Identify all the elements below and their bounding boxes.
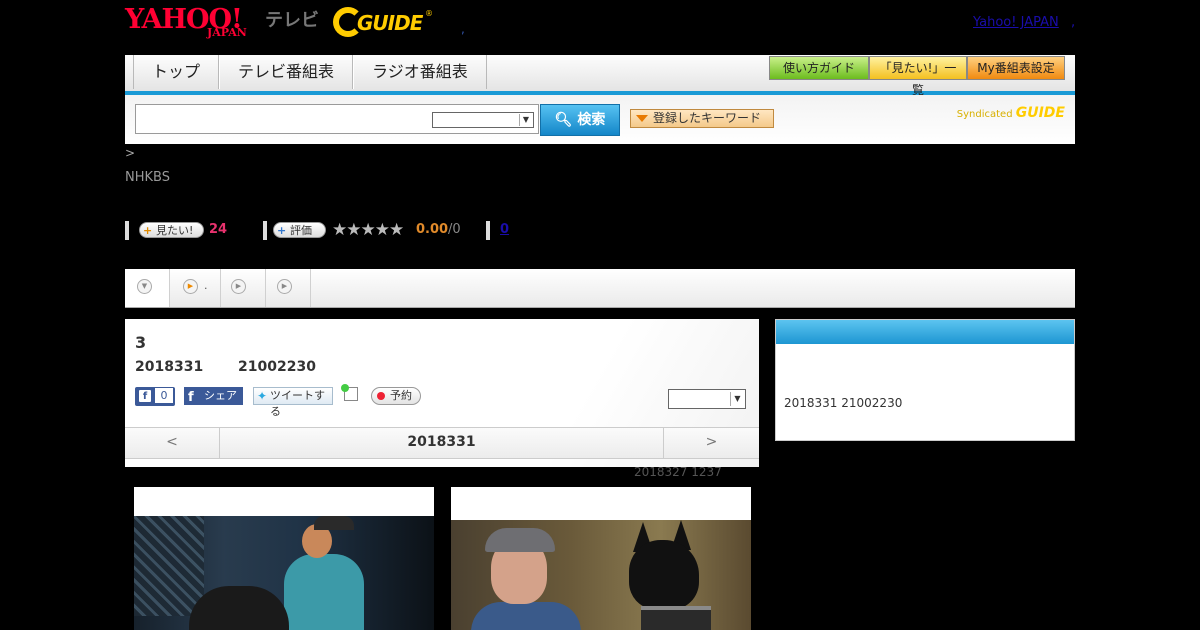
gguide-logo[interactable]: GUIDE ® xyxy=(333,5,433,41)
day-navigation: < 2018331 > xyxy=(125,427,759,459)
dropdown-arrow-icon: ▼ xyxy=(730,392,744,406)
reserve-label: 予約 xyxy=(390,389,412,402)
program-thumbnail xyxy=(451,520,751,630)
thumbnail-detail xyxy=(629,540,699,610)
yahoo-japan-text: JAPAN xyxy=(207,26,247,39)
related-program-card[interactable] xyxy=(134,487,434,630)
side-panel: 2018331 21002230 xyxy=(775,319,1075,441)
play-circle-icon: ▶ xyxy=(183,279,198,294)
reserve-button[interactable]: 予約 xyxy=(371,387,421,405)
thumbnail-detail xyxy=(134,516,204,616)
search-category-select[interactable]: ▼ xyxy=(432,112,534,128)
program-detail-panel: 3 2018331 21002230 f 0 f シェア ✦ ツイートする 予約… xyxy=(125,319,759,467)
thumbnail-detail xyxy=(314,516,354,530)
yahoo-japan-link[interactable]: Yahoo! JAPAN xyxy=(973,15,1059,30)
mitai-count: 24 xyxy=(209,222,228,237)
subtab-4[interactable]: ▶ xyxy=(266,269,311,307)
nav-tab-tv-listings[interactable]: テレビ番組表 xyxy=(219,55,354,89)
subtab-3[interactable]: ▶ xyxy=(221,269,266,307)
my-listing-settings-button[interactable]: My番組表設定 xyxy=(967,56,1065,80)
tweet-label: ツイートする xyxy=(270,389,325,418)
facebook-like-button[interactable]: f 0 xyxy=(135,387,175,406)
facebook-share-button[interactable]: f シェア xyxy=(184,387,243,405)
yahoo-japan-logo[interactable]: YAHOO! JAPAN xyxy=(125,4,265,42)
program-time: 21002230 xyxy=(238,359,316,375)
search-button[interactable]: 🔍︎ 検索 xyxy=(540,104,620,136)
program-title: 3 xyxy=(135,333,147,352)
related-program-card[interactable] xyxy=(451,487,751,630)
record-dot-icon xyxy=(377,392,385,400)
program-date: 2018331 xyxy=(135,359,204,375)
search-button-label: 検索 xyxy=(577,112,606,128)
comment-count-link[interactable]: 0 xyxy=(500,222,509,237)
triangle-down-icon xyxy=(636,115,648,122)
rate-button[interactable]: + 評価 xyxy=(273,222,326,238)
divider-bar xyxy=(125,221,129,240)
rate-label: 評価 xyxy=(290,224,312,237)
previous-day-button[interactable]: < xyxy=(125,428,220,458)
registered-keywords-label: 登録したキーワード xyxy=(653,111,762,125)
current-day: 2018331 xyxy=(407,434,476,450)
tv-label: テレビ xyxy=(265,10,319,31)
plus-icon: + xyxy=(143,224,153,237)
next-day-button[interactable]: > xyxy=(663,428,759,458)
syndicated-gguide-text: GUIDE xyxy=(1015,105,1065,121)
program-thumbnail xyxy=(134,516,434,630)
search-icon: 🔍︎ xyxy=(554,112,573,128)
nav-tabs: トップ テレビ番組表 ラジオ番組表 xyxy=(133,55,487,91)
program-action-select[interactable]: ▼ xyxy=(668,389,746,409)
rating-count: /0 xyxy=(448,222,461,237)
header-separator: , xyxy=(461,22,465,36)
side-panel-header xyxy=(776,320,1074,344)
mitai-label: 見たい! xyxy=(156,224,194,237)
thumbnail-detail xyxy=(284,554,364,630)
main-nav: トップ テレビ番組表 ラジオ番組表 使い方ガイド 「見たい!」一覧 My番組表設… xyxy=(125,55,1075,97)
rating-score: 0.00 xyxy=(416,222,449,237)
chevron-down-circle-icon: ▼ xyxy=(137,279,152,294)
search-bar: ▼ 🔍︎ 検索 登録したキーワード Syndicated GUIDE xyxy=(125,95,1075,144)
syndicated-label: Syndicated xyxy=(956,109,1013,120)
thumbnail-detail xyxy=(485,528,555,552)
subtab-2[interactable]: ▶ . xyxy=(170,269,221,307)
mitai-button[interactable]: + 見たい! xyxy=(139,222,204,238)
divider-bar xyxy=(486,221,490,240)
facebook-icon: f xyxy=(139,390,151,402)
registered-keywords-button[interactable]: 登録したキーワード xyxy=(630,109,774,128)
facebook-like-count: 0 xyxy=(155,388,173,403)
breadcrumb[interactable]: > xyxy=(125,146,135,160)
link-separator: , xyxy=(1071,15,1076,30)
program-subtabs: ▼ ▶ . ▶ ▶ xyxy=(125,269,1075,308)
rating-stars: ★★★★★ xyxy=(332,220,404,240)
facebook-icon: f xyxy=(188,390,194,405)
twitter-bird-icon: ✦ xyxy=(257,389,268,403)
nav-tab-top[interactable]: トップ xyxy=(133,55,220,89)
nav-buttons: 使い方ガイド 「見たい!」一覧 My番組表設定 xyxy=(769,56,1065,97)
syndicated-gguide-logo: Syndicated GUIDE xyxy=(957,105,1065,121)
divider-bar xyxy=(263,221,267,240)
subtab-overview[interactable]: ▼ xyxy=(125,269,170,307)
nav-tab-radio-listings[interactable]: ラジオ番組表 xyxy=(353,55,487,89)
play-circle-icon: ▶ xyxy=(277,279,292,294)
dropdown-arrow-icon: ▼ xyxy=(519,114,532,126)
registered-mark: ® xyxy=(425,9,433,18)
mitai-list-button[interactable]: 「見たい!」一覧 xyxy=(869,56,967,97)
thumbnail-detail xyxy=(189,586,289,630)
thumbnail-detail xyxy=(471,602,581,630)
play-circle-icon: ▶ xyxy=(231,279,246,294)
plus-icon: + xyxy=(277,224,287,237)
usage-guide-button[interactable]: 使い方ガイド xyxy=(769,56,869,80)
side-panel-text: 2018331 21002230 xyxy=(784,396,903,410)
subtab-2-label: . xyxy=(204,279,208,292)
thumbnail-detail xyxy=(641,606,711,630)
gguide-logo-text: GUIDE xyxy=(357,11,423,35)
add-calendar-icon[interactable] xyxy=(341,384,358,401)
channel-name: NHKBS xyxy=(125,170,170,185)
facebook-share-label: シェア xyxy=(204,389,237,402)
tweet-button[interactable]: ✦ ツイートする xyxy=(253,387,333,418)
updated-timestamp: 2018327 1237 xyxy=(634,465,722,479)
